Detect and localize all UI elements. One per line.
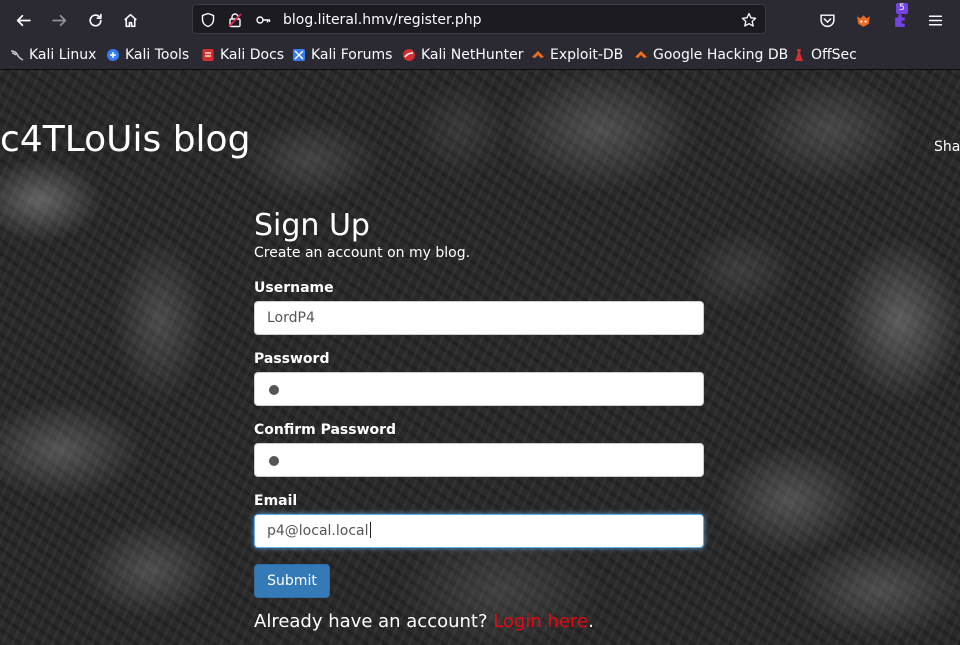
back-button[interactable] xyxy=(9,6,37,34)
back-arrow-icon xyxy=(16,14,31,26)
url-bar[interactable]: blog.literal.hmv/register.php xyxy=(192,4,766,34)
email-value: p4@local.local xyxy=(267,522,371,539)
kali-dragon-icon xyxy=(10,50,24,61)
foxyproxy-extension-button[interactable] xyxy=(849,6,877,34)
pocket-button[interactable] xyxy=(813,6,841,34)
home-button[interactable] xyxy=(116,6,144,34)
menu-button[interactable] xyxy=(921,6,949,34)
kali-forums-icon xyxy=(293,49,305,61)
tracking-shield-icon[interactable] xyxy=(199,11,217,29)
bookmark-label: Kali NetHunter xyxy=(421,47,524,63)
password-input[interactable] xyxy=(254,372,704,406)
bookmark-kali-nethunter[interactable]: Kali NetHunter xyxy=(402,46,523,64)
insecure-lock-icon[interactable] xyxy=(226,11,244,29)
login-prompt-text: Already have an account? xyxy=(254,611,494,632)
login-suffix: . xyxy=(588,611,594,632)
form-title: Sign Up xyxy=(254,208,370,243)
confirm-password-label: Confirm Password xyxy=(254,422,397,438)
bookmark-kali-forums[interactable]: Kali Forums xyxy=(292,46,392,64)
signup-form: Sign Up Create an account on my blog. Us… xyxy=(254,208,704,632)
extension-puzzle-icon xyxy=(894,13,905,27)
bookmark-label: Kali Linux xyxy=(29,47,97,63)
bookmark-kali-linux[interactable]: Kali Linux xyxy=(10,46,96,64)
bookmark-kali-docs[interactable]: Kali Docs xyxy=(201,46,284,64)
kali-docs-icon xyxy=(202,49,214,61)
reload-icon xyxy=(88,13,102,27)
email-label: Email xyxy=(254,493,298,509)
offsec-icon xyxy=(795,49,803,61)
bookmark-label: Kali Forums xyxy=(311,47,393,63)
key-icon[interactable] xyxy=(254,11,272,29)
bookmark-label: Kali Tools xyxy=(125,47,190,63)
password-mask-dot xyxy=(269,456,279,466)
extensions-button[interactable]: 5 xyxy=(886,3,914,34)
forward-arrow-icon xyxy=(51,14,66,26)
reload-button[interactable] xyxy=(81,6,109,34)
ghdb-icon xyxy=(635,51,647,58)
login-link[interactable]: Login here xyxy=(493,611,588,632)
bookmark-offsec[interactable]: OffSec xyxy=(792,46,857,64)
fox-extension-icon xyxy=(856,14,870,27)
email-input[interactable]: p4@local.local xyxy=(254,514,704,548)
nav-link-partial[interactable]: Sha xyxy=(934,138,960,156)
username-input[interactable]: LordP4 xyxy=(254,301,704,335)
username-label: Username xyxy=(254,280,334,296)
nethunter-icon xyxy=(403,49,415,61)
home-icon xyxy=(123,13,137,27)
submit-button[interactable]: Submit xyxy=(254,564,330,598)
kali-tools-icon xyxy=(107,49,119,61)
password-label: Password xyxy=(254,351,330,367)
bookmark-label: Kali Docs xyxy=(220,47,285,63)
bookmark-google-hacking-db[interactable]: Google Hacking DB xyxy=(634,46,788,64)
hamburger-menu-icon xyxy=(928,14,942,26)
login-prompt: Already have an account? Login here. xyxy=(254,610,594,634)
bookmarks-bar: Kali Linux Kali Tools Kali Docs Kali For… xyxy=(0,39,960,70)
bookmark-label: Google Hacking DB xyxy=(653,47,789,63)
bookmark-label: Exploit-DB xyxy=(550,47,624,63)
bookmark-star-icon[interactable] xyxy=(740,11,758,29)
username-value: LordP4 xyxy=(267,310,315,326)
pocket-icon xyxy=(819,13,835,27)
bookmark-label: OffSec xyxy=(811,47,857,63)
browser-toolbar: blog.literal.hmv/register.php 5 xyxy=(0,0,960,39)
password-mask-dot xyxy=(269,385,279,395)
form-subtitle: Create an account on my blog. xyxy=(254,245,471,261)
forward-button[interactable] xyxy=(45,6,73,34)
url-text[interactable]: blog.literal.hmv/register.php xyxy=(283,11,482,29)
bookmark-kali-tools[interactable]: Kali Tools xyxy=(106,46,189,64)
page-content: c4TLoUis blog Sha Sign Up Create an acco… xyxy=(0,70,960,645)
exploit-db-icon xyxy=(532,51,544,58)
confirm-password-input[interactable] xyxy=(254,443,704,477)
bookmark-exploit-db[interactable]: Exploit-DB xyxy=(531,46,623,64)
blog-title[interactable]: c4TLoUis blog xyxy=(0,118,250,162)
extension-badge: 5 xyxy=(896,3,908,14)
